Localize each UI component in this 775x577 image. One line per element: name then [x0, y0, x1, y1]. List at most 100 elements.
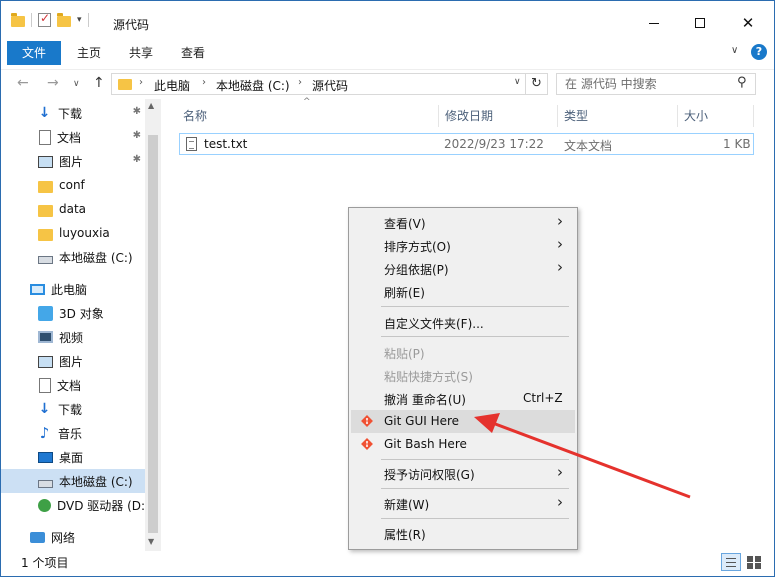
menu-item-git-gui[interactable]: Git GUI Here: [351, 410, 575, 433]
sidebar-item-label: 图片: [59, 354, 84, 369]
column-header-type[interactable]: 类型: [558, 105, 678, 127]
sidebar-item-pictures-pc[interactable]: 图片: [1, 349, 145, 373]
pin-icon[interactable]: ✱: [133, 130, 141, 141]
scroll-down-icon[interactable]: ▼: [148, 537, 154, 546]
search-box[interactable]: ⚲: [556, 73, 756, 95]
refresh-button[interactable]: ↻: [526, 73, 548, 95]
pc-icon: [30, 283, 45, 295]
sidebar-item-luyouxia[interactable]: luyouxia: [1, 221, 145, 245]
menu-item-label: 新建(W): [384, 498, 430, 512]
menu-item-sort-by[interactable]: 排序方式(O) ›: [351, 234, 575, 257]
chevron-right-icon[interactable]: ›: [202, 77, 206, 88]
back-arrow-icon[interactable]: ←: [17, 75, 29, 91]
menu-item-properties[interactable]: 属性(R): [351, 522, 575, 545]
navigation-pane: ↓ 下载 ✱ 文档 ✱ 图片 ✱ conf data luyouxia 本地磁盘…: [1, 99, 161, 551]
breadcrumb-source-code[interactable]: 源代码: [312, 77, 348, 94]
download-icon: ↓: [38, 104, 51, 121]
column-header-name[interactable]: 名称: [177, 105, 439, 127]
network-icon: [30, 531, 45, 543]
sidebar-item-label: 3D 对象: [59, 306, 104, 321]
menu-item-customize-folder[interactable]: 自定义文件夹(F)...: [351, 311, 575, 334]
scroll-thumb[interactable]: [148, 135, 158, 533]
large-icons-view-icon[interactable]: [744, 553, 764, 571]
sidebar-item-label: 图片: [59, 154, 84, 169]
menu-item-group-by[interactable]: 分组依据(P) ›: [351, 257, 575, 280]
tab-home[interactable]: 主页: [69, 41, 109, 65]
search-input[interactable]: [565, 77, 725, 91]
new-folder-icon[interactable]: [57, 12, 71, 27]
sidebar-item-documents-pc[interactable]: 文档: [1, 373, 145, 397]
dvd-icon: [38, 498, 51, 512]
properties-icon[interactable]: [38, 11, 51, 27]
sidebar-item-data[interactable]: data: [1, 197, 145, 221]
up-arrow-icon[interactable]: ↑: [93, 75, 105, 91]
sidebar-item-dvd-drive[interactable]: DVD 驱动器 (D:: [1, 493, 145, 517]
menu-separator: [381, 518, 569, 519]
chevron-right-icon[interactable]: ›: [298, 77, 302, 88]
tab-view[interactable]: 查看: [173, 41, 213, 65]
minimize-button[interactable]: [631, 9, 677, 37]
menu-item-give-access[interactable]: 授予访问权限(G) ›: [351, 462, 575, 485]
sidebar-item-downloads-pc[interactable]: ↓ 下载: [1, 397, 145, 421]
menu-item-new[interactable]: 新建(W) ›: [351, 492, 575, 515]
picture-icon: [38, 156, 53, 168]
forward-arrow-icon[interactable]: →: [47, 75, 59, 91]
chevron-right-icon[interactable]: ›: [139, 77, 143, 88]
breadcrumb-this-pc[interactable]: 此电脑: [154, 77, 190, 94]
scroll-up-icon[interactable]: ▲: [148, 101, 154, 110]
sidebar-item-pictures[interactable]: 图片 ✱: [1, 149, 145, 173]
git-icon: [361, 438, 373, 450]
sidebar-item-downloads[interactable]: ↓ 下载 ✱: [1, 101, 145, 125]
menu-item-paste: 粘贴(P): [351, 341, 575, 364]
chevron-right-icon: ›: [557, 463, 563, 481]
pin-icon[interactable]: ✱: [133, 106, 141, 117]
sidebar-scrollbar[interactable]: ▲ ▼: [145, 99, 161, 551]
maximize-button[interactable]: [677, 9, 723, 37]
tab-file[interactable]: 文件: [7, 41, 61, 65]
sidebar-item-this-pc[interactable]: 此电脑: [1, 277, 145, 301]
sidebar-item-label: 本地磁盘 (C:): [59, 474, 133, 489]
menu-item-undo-rename[interactable]: 撤消 重命名(U) Ctrl+Z: [351, 387, 575, 410]
details-view-icon[interactable]: [721, 553, 741, 571]
menu-item-git-bash[interactable]: Git Bash Here: [351, 433, 575, 456]
sidebar-item-local-disk[interactable]: 本地磁盘 (C:): [1, 245, 145, 269]
sidebar-item-label: 文档: [57, 378, 82, 393]
menu-item-label: 排序方式(O): [384, 240, 451, 254]
sidebar-item-conf[interactable]: conf: [1, 173, 145, 197]
recent-locations-icon[interactable]: ∨: [73, 79, 80, 89]
divider: [31, 13, 32, 27]
sidebar-item-documents[interactable]: 文档 ✱: [1, 125, 145, 149]
close-button[interactable]: ✕: [725, 9, 771, 37]
breadcrumb-local-disk[interactable]: 本地磁盘 (C:): [216, 77, 290, 94]
search-icon[interactable]: ⚲: [737, 75, 747, 90]
table-row[interactable]: test.txt 2022/9/23 17:22 文本文档 1 KB: [179, 133, 754, 155]
customize-toolbar-icon[interactable]: ▾: [77, 15, 82, 25]
menu-item-paste-shortcut: 粘贴快捷方式(S): [351, 364, 575, 387]
tab-share[interactable]: 共享: [121, 41, 161, 65]
pin-icon[interactable]: ✱: [133, 154, 141, 165]
sidebar-item-network[interactable]: 网络: [1, 525, 145, 549]
column-header-modified[interactable]: 修改日期: [439, 105, 558, 127]
git-icon: [361, 415, 373, 427]
address-history-icon[interactable]: ∨: [514, 77, 521, 87]
folder-icon[interactable]: [11, 12, 25, 27]
menu-item-refresh[interactable]: 刷新(E): [351, 280, 575, 303]
sidebar-item-desktop[interactable]: 桌面: [1, 445, 145, 469]
sidebar-item-local-disk-pc[interactable]: 本地磁盘 (C:): [1, 469, 145, 493]
sidebar-item-music[interactable]: ♪ 音乐: [1, 421, 145, 445]
expand-ribbon-icon[interactable]: ∨: [731, 45, 738, 56]
menu-item-view[interactable]: 查看(V) ›: [351, 211, 575, 234]
sidebar-item-label: 视频: [59, 330, 84, 345]
chevron-right-icon: ›: [557, 212, 563, 230]
sidebar-item-3d-objects[interactable]: 3D 对象: [1, 301, 145, 325]
menu-separator: [381, 336, 569, 337]
menu-item-label: 自定义文件夹(F)...: [384, 317, 484, 331]
maximize-icon: [695, 18, 705, 28]
file-explorer-window: ▾ 源代码 ✕ 文件 主页 共享 查看 ∨ ? ← → ∨ ↑ › 此电脑 › …: [0, 0, 775, 577]
window-title: 源代码: [113, 18, 150, 32]
sidebar-item-videos[interactable]: 视频: [1, 325, 145, 349]
column-header-size[interactable]: 大小: [678, 105, 754, 127]
help-icon[interactable]: ?: [751, 44, 767, 60]
address-bar[interactable]: › 此电脑 › 本地磁盘 (C:) › 源代码 ∨: [111, 73, 526, 95]
ribbon-tabs: 文件 主页 共享 查看 ∨ ?: [1, 41, 774, 65]
